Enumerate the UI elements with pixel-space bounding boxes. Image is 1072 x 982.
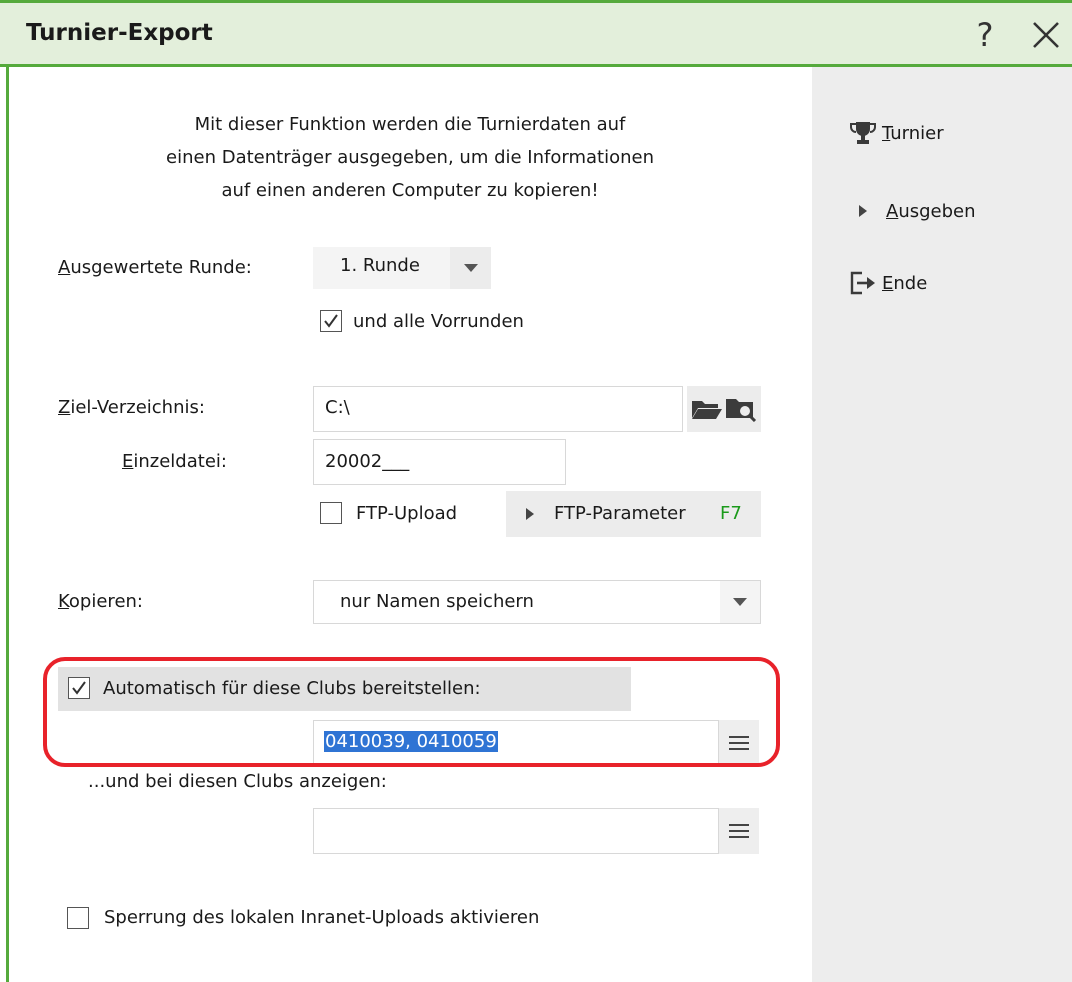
show-clubs-label: ...und bei diesen Clubs anzeigen: — [88, 771, 387, 792]
title-bar: Turnier-Export ? — [0, 0, 1072, 67]
intro-line: Mit dieser Funktion werden die Turnierda… — [194, 114, 626, 135]
intro-line: einen Datenträger ausgegeben, um die Inf… — [166, 147, 654, 168]
check-icon — [324, 314, 338, 328]
all-prev-rounds-label: und alle Vorrunden — [353, 311, 524, 332]
turnier-export-dialog: Turnier-Export ? Mit dieser Funktion wer… — [0, 0, 1072, 982]
copy-label: Kopieren: — [58, 591, 143, 612]
folder-search-icon[interactable] — [725, 396, 757, 422]
single-file-value: 20002___ — [325, 451, 410, 472]
target-dir-input[interactable]: C:\ — [313, 386, 683, 432]
ftp-parameter-label: FTP-Parameter — [554, 503, 686, 524]
copy-select[interactable]: nur Namen speichern — [313, 580, 761, 624]
sidebar-item-turnier[interactable]: Turnier — [850, 120, 944, 146]
single-file-label: Einzeldatei: — [122, 451, 227, 472]
ftp-parameter-button[interactable]: FTP-Parameter F7 — [506, 491, 761, 537]
folder-open-icon[interactable] — [691, 398, 723, 420]
help-button[interactable]: ? — [963, 13, 1007, 57]
chevron-down-icon — [463, 263, 478, 272]
close-button[interactable] — [1024, 13, 1068, 57]
ftp-parameter-shortcut: F7 — [720, 503, 742, 524]
close-icon — [1033, 22, 1059, 48]
all-prev-rounds-checkbox[interactable] — [320, 310, 342, 332]
show-clubs-list-button[interactable] — [719, 808, 759, 854]
round-select-value: 1. Runde — [340, 255, 420, 276]
list-icon — [729, 824, 749, 838]
round-label: Ausgewertete Runde: — [58, 257, 252, 278]
ftp-upload-checkbox[interactable] — [320, 502, 342, 524]
round-dropdown-button[interactable] — [450, 247, 491, 289]
trophy-icon — [850, 120, 876, 146]
sidebar-item-ende[interactable]: Ende — [850, 270, 927, 296]
intro-line: auf einen anderen Computer zu kopieren! — [221, 180, 599, 201]
single-file-input[interactable]: 20002___ — [313, 439, 566, 485]
copy-dropdown-button[interactable] — [720, 581, 760, 623]
folder-buttons — [687, 386, 761, 432]
show-clubs-input[interactable] — [313, 808, 719, 854]
chevron-down-icon — [733, 597, 747, 606]
round-select[interactable]: 1. Runde — [313, 247, 491, 289]
red-highlight-frame — [43, 657, 780, 767]
dialog-title: Turnier-Export — [26, 20, 213, 46]
target-dir-label: Ziel-Verzeichnis: — [58, 397, 205, 418]
intro-text: Mit dieser Funktion werden die Turnierda… — [110, 108, 710, 207]
play-arrow-icon — [526, 508, 534, 520]
lock-upload-label: Sperrung des lokalen Inranet-Uploads akt… — [104, 907, 540, 928]
copy-select-value: nur Namen speichern — [340, 591, 534, 612]
target-dir-value: C:\ — [325, 397, 350, 418]
lock-upload-checkbox[interactable] — [67, 907, 89, 929]
sidebar-item-ausgeben[interactable]: Ausgeben — [850, 198, 976, 224]
exit-icon — [850, 270, 876, 296]
window-left-border — [6, 64, 9, 982]
ftp-upload-label: FTP-Upload — [356, 503, 458, 524]
play-arrow-icon — [850, 198, 876, 224]
